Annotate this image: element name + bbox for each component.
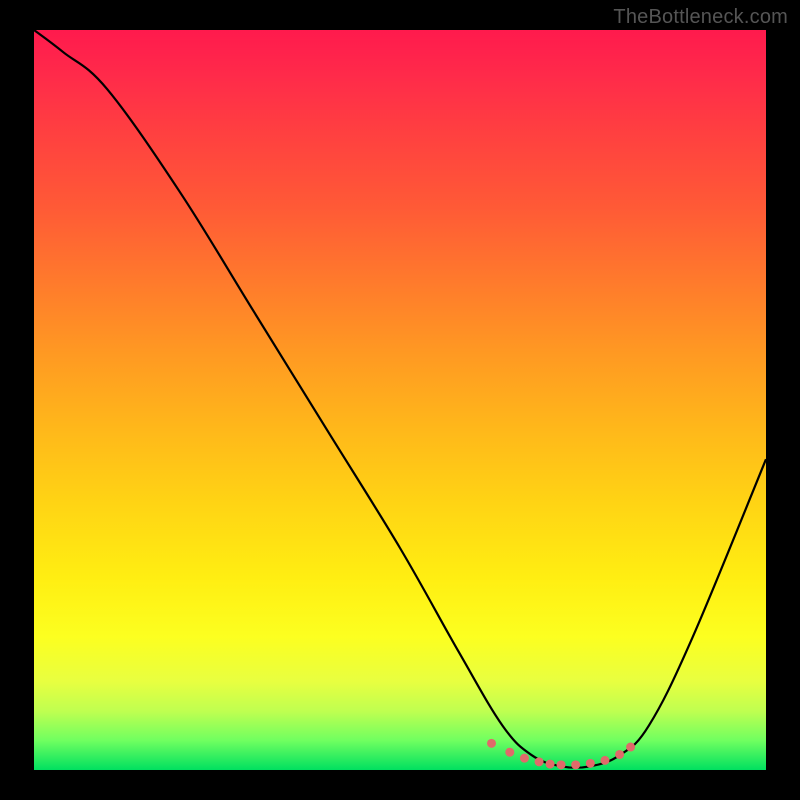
valley-marker-dot <box>487 739 496 748</box>
valley-marker-dot <box>557 760 566 769</box>
chart-container: TheBottleneck.com <box>0 0 800 800</box>
valley-marker-dot <box>600 756 609 765</box>
plot-area <box>34 30 766 770</box>
valley-marker-dot <box>586 759 595 768</box>
valley-marker-dot <box>626 743 635 752</box>
watermark-label: TheBottleneck.com <box>613 6 788 29</box>
valley-marker-dot <box>520 754 529 763</box>
curve-line <box>34 30 766 768</box>
valley-marker-dot <box>535 757 544 766</box>
valley-marker-dot <box>571 760 580 769</box>
chart-svg <box>34 30 766 770</box>
valley-marker-dot <box>546 760 555 769</box>
valley-marker-dot <box>615 750 624 759</box>
valley-marker-dot <box>505 748 514 757</box>
valley-markers <box>487 739 635 769</box>
